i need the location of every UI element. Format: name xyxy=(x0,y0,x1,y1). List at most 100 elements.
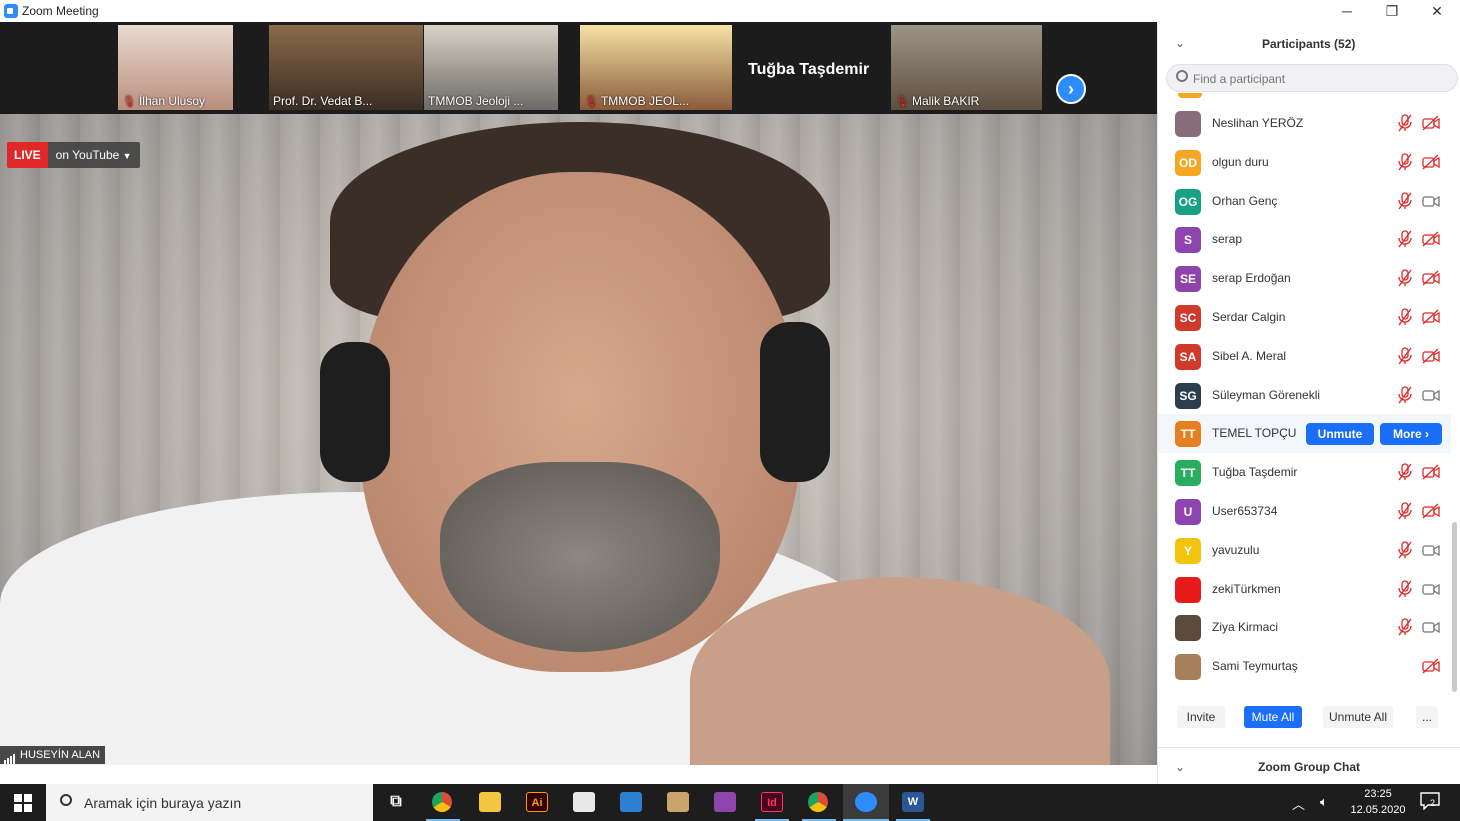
search-input[interactable] xyxy=(1193,69,1443,89)
chevron-down-icon[interactable]: ⌄ xyxy=(1175,760,1185,774)
live-platform[interactable]: on YouTube ▼ xyxy=(47,142,140,168)
unmute-button[interactable]: Unmute xyxy=(1306,423,1374,446)
notification-icon[interactable]: 2 xyxy=(1420,792,1442,812)
maximize-button[interactable]: ❐ xyxy=(1369,0,1415,22)
muted-mic-icon[interactable] xyxy=(1397,153,1413,171)
winrar-icon[interactable] xyxy=(702,784,748,821)
muted-mic-icon[interactable] xyxy=(1397,114,1413,132)
store-icon[interactable] xyxy=(561,784,607,821)
participant-row[interactable]: Sserap xyxy=(1158,220,1451,259)
title-bar: Zoom Meeting ─ ❐ ✕ xyxy=(0,0,1460,22)
video-off-icon[interactable] xyxy=(1422,115,1440,131)
chat-title: Zoom Group Chat xyxy=(1258,760,1360,774)
video-off-icon[interactable] xyxy=(1422,231,1440,247)
participant-row[interactable]: Sami Teymurtaş xyxy=(1158,647,1451,686)
live-stream-badge[interactable]: LIVE on YouTube ▼ xyxy=(7,142,140,168)
speaker-name-label: HUSEYİN ALAN xyxy=(0,746,106,765)
participant-row[interactable]: OG Orhan Genç xyxy=(1158,182,1451,221)
video-thumb[interactable]: Prof. Dr. Vedat B... xyxy=(269,25,423,110)
windows-start-icon[interactable] xyxy=(0,784,46,821)
chrome-icon-glyph xyxy=(432,792,452,812)
participant-name: Orhan Genç xyxy=(1212,193,1278,208)
scrollbar[interactable] xyxy=(1452,522,1457,692)
muted-mic-icon[interactable] xyxy=(1397,618,1413,636)
video-thumb[interactable]: 🎙︎ İlhan Ulusoy xyxy=(118,25,233,110)
indesign-icon[interactable]: Id xyxy=(749,784,795,821)
participant-search[interactable] xyxy=(1166,64,1458,92)
muted-mic-icon[interactable] xyxy=(1397,502,1413,520)
video-icon[interactable] xyxy=(1422,542,1440,558)
more-options-button[interactable]: ... xyxy=(1416,706,1438,728)
video-icon[interactable] xyxy=(1422,193,1440,209)
video-off-icon[interactable] xyxy=(1422,309,1440,325)
illustrator-icon[interactable]: Ai xyxy=(514,784,560,821)
muted-mic-icon[interactable] xyxy=(1397,191,1413,210)
thumb-name: Prof. Dr. Vedat B... xyxy=(273,94,373,108)
zoom-icon[interactable] xyxy=(843,784,889,821)
thumb-name: İlhan Ulusoy xyxy=(138,94,206,108)
participant-row[interactable]: Yyavuzulu xyxy=(1158,531,1451,570)
participant-list: Neslihan YERÖZ OD olgun duru OG Orhan Genç Ss… xyxy=(1158,100,1460,700)
video-off-icon[interactable] xyxy=(1422,658,1440,674)
chevron-down-icon[interactable]: ⌄ xyxy=(1175,36,1185,50)
chevron-right-icon[interactable]: › xyxy=(1056,74,1086,104)
taskbar-search[interactable]: Aramak için buraya yazın xyxy=(46,784,373,821)
live-platform-label: on YouTube xyxy=(55,148,120,162)
participant-row[interactable]: SC Serdar Calgin xyxy=(1158,298,1451,337)
video-off-icon[interactable] xyxy=(1422,154,1440,170)
mail-icon[interactable] xyxy=(608,784,654,821)
video-icon[interactable] xyxy=(1422,581,1440,597)
chrome-icon[interactable] xyxy=(420,784,466,821)
participant-name: serap xyxy=(1212,232,1243,247)
video-thumb[interactable]: 🎙︎ TMMOB JEOL... xyxy=(580,25,732,110)
volume-icon[interactable]: 🔈︎ xyxy=(1320,794,1328,810)
video-off-icon[interactable] xyxy=(1422,464,1440,480)
participant-row[interactable]: OD olgun duru xyxy=(1158,143,1451,182)
participant-row[interactable]: SE serap Erdoğan xyxy=(1158,259,1451,298)
muted-mic-icon[interactable] xyxy=(1397,463,1413,481)
participant-row[interactable]: SA Sibel A. Meral xyxy=(1158,337,1451,376)
participant-row[interactable]: Ziya Kirmaci xyxy=(1158,608,1451,647)
video-off-icon[interactable] xyxy=(1422,503,1440,519)
participant-name: Tuğba Taşdemir xyxy=(1212,465,1298,480)
participant-row[interactable]: zekiTürkmen xyxy=(1158,570,1451,609)
thumb-big-name: Tuğba Taşdemir xyxy=(748,61,870,78)
chrome-icon-2[interactable] xyxy=(796,784,842,821)
muted-mic-icon[interactable] xyxy=(1397,385,1413,404)
mute-all-button[interactable]: Mute All xyxy=(1244,706,1302,728)
clock[interactable]: 23:25 12.05.2020 xyxy=(1340,786,1416,818)
more-button[interactable]: More › xyxy=(1380,423,1442,446)
participant-row[interactable]: TT Tuğba Taşdemir xyxy=(1158,453,1451,492)
avatar: S xyxy=(1175,227,1201,254)
participants-panel: ⌄ Participants (52) Neslihan YERÖZ OD olgu… xyxy=(1157,22,1460,784)
muted-mic-icon[interactable] xyxy=(1397,269,1413,287)
close-button[interactable]: ✕ xyxy=(1414,0,1460,22)
participant-row[interactable]: SG Süleyman Görenekli xyxy=(1158,376,1451,415)
minimize-button[interactable]: ─ xyxy=(1324,0,1370,22)
video-off-icon[interactable] xyxy=(1422,348,1440,364)
video-icon[interactable] xyxy=(1422,387,1440,403)
muted-mic-icon[interactable] xyxy=(1397,308,1413,326)
task-view-icon[interactable]: ⧉ xyxy=(373,784,419,821)
video-icon[interactable] xyxy=(1422,619,1440,635)
participant-row[interactable]: U User653734 xyxy=(1158,492,1451,531)
avatar: TT xyxy=(1175,460,1201,487)
video-off-icon[interactable] xyxy=(1422,270,1440,286)
muted-mic-icon[interactable] xyxy=(1397,579,1413,598)
video-thumb[interactable]: 🎙︎ Malik BAKIR xyxy=(891,25,1042,110)
muted-mic-icon[interactable] xyxy=(1397,347,1413,365)
chevron-up-icon[interactable]: ︿ xyxy=(1292,794,1305,813)
muted-mic-icon[interactable] xyxy=(1397,230,1413,248)
file-explorer-icon[interactable] xyxy=(467,784,513,821)
search-icon xyxy=(60,794,72,806)
avatar xyxy=(1175,615,1201,642)
paint-icon[interactable] xyxy=(655,784,701,821)
unmute-all-button[interactable]: Unmute All xyxy=(1323,706,1393,728)
clock-time: 23:25 xyxy=(1364,788,1392,800)
word-icon[interactable]: W xyxy=(890,784,936,821)
video-thumb[interactable]: TMMOB Jeoloji ... xyxy=(424,25,558,110)
participant-row[interactable]: TT TEMEL TOPÇU Unmute More › xyxy=(1158,414,1451,454)
participant-row[interactable]: Neslihan YERÖZ xyxy=(1158,104,1451,143)
muted-mic-icon[interactable] xyxy=(1397,541,1413,559)
invite-button[interactable]: Invite xyxy=(1177,706,1225,728)
